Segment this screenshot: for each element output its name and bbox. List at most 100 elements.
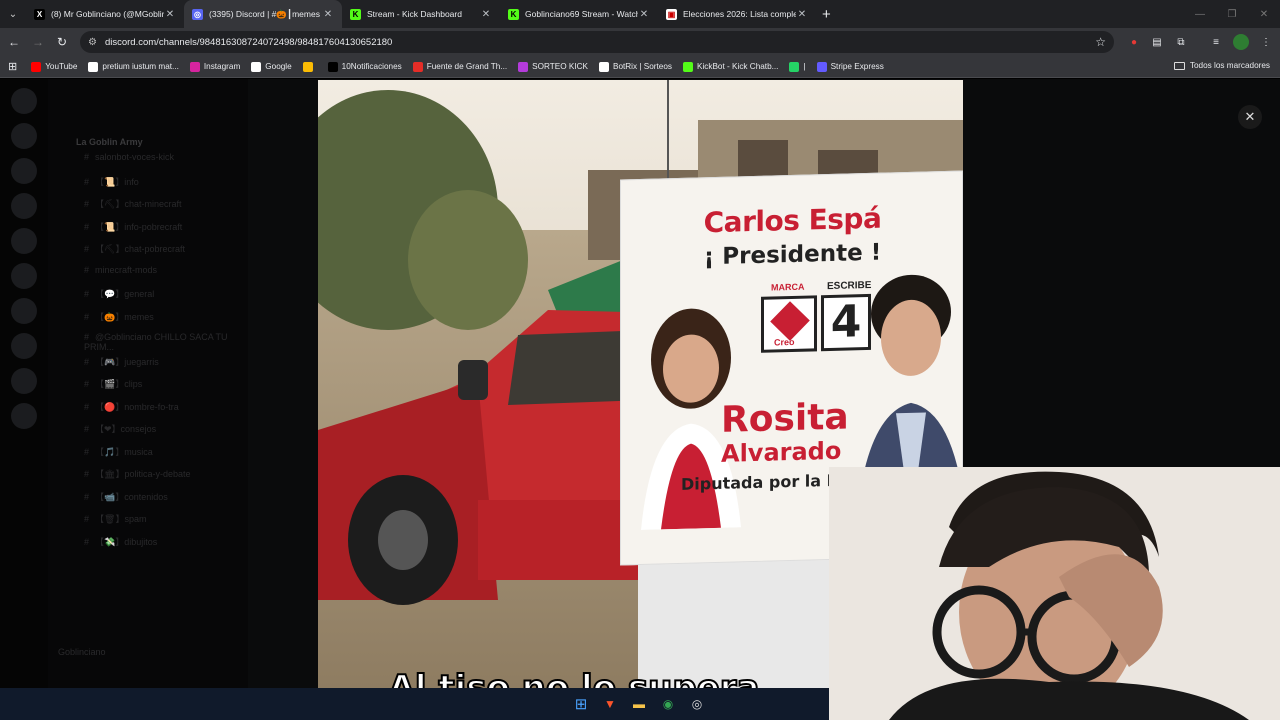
- channel-name: 【🗑】spam: [95, 514, 147, 524]
- back-icon[interactable]: ←: [2, 35, 26, 49]
- channel-item[interactable]: # 【🔴】nombre-fo-tra: [48, 395, 248, 418]
- channel-item[interactable]: # 【🗑】spam: [48, 507, 248, 530]
- channel-item[interactable]: # 【⛏】chat-minecraft: [48, 192, 248, 215]
- channel-item[interactable]: # 【📜】info-pobrecraft: [48, 215, 248, 238]
- apps-grid-icon[interactable]: ⊞: [8, 60, 17, 73]
- file-explorer-icon[interactable]: ▬: [628, 694, 650, 714]
- tab-close-icon[interactable]: ✕: [322, 9, 334, 20]
- bookmark-item[interactable]: Stripe Express: [816, 61, 884, 72]
- close-viewer-button[interactable]: ✕: [1238, 105, 1262, 129]
- browser-tab[interactable]: X (8) Mr Goblinciano (@MGoblinc ✕: [26, 0, 184, 28]
- media-controls-icon[interactable]: ≡: [1208, 34, 1224, 50]
- profile-avatar[interactable]: [1233, 34, 1249, 50]
- channel-item[interactable]: # 【🎃】memes: [48, 305, 248, 328]
- server-name[interactable]: La Goblin Army: [48, 79, 248, 147]
- hash-icon: #: [84, 446, 90, 457]
- new-tab-button[interactable]: +: [822, 6, 831, 23]
- browser-tab[interactable]: K Stream - Kick Dashboard ✕: [342, 0, 500, 28]
- channel-name: 【📜】info-pobrecraft: [95, 221, 183, 232]
- browser-tab[interactable]: ▣ Elecciones 2026: Lista completa ✕: [658, 0, 816, 28]
- server-icon[interactable]: [11, 333, 37, 359]
- tab-close-icon[interactable]: ✕: [480, 9, 492, 20]
- menu-kebab-icon[interactable]: ⋮: [1258, 34, 1274, 50]
- tab-close-icon[interactable]: ✕: [164, 9, 176, 20]
- minimize-icon[interactable]: —: [1184, 0, 1216, 28]
- all-bookmarks-button[interactable]: Todos los marcadores: [1173, 61, 1270, 70]
- bookmark-item[interactable]: 10Notificaciones: [327, 61, 402, 72]
- channel-item[interactable]: # 【🎵】musica: [48, 440, 248, 463]
- channel-item[interactable]: # 【🏛】politica-y-debate: [48, 462, 248, 485]
- server-icon[interactable]: [11, 158, 37, 184]
- channel-item[interactable]: # 【📜】info: [48, 170, 248, 193]
- extensions-puzzle-icon[interactable]: ⧉: [1173, 34, 1189, 50]
- tab-strip: ⌄ X (8) Mr Goblinciano (@MGoblinc ✕ ◎ (3395)…: [0, 0, 1280, 28]
- chrome-icon[interactable]: ◉: [657, 694, 679, 714]
- extension-red-icon[interactable]: ●: [1126, 34, 1142, 50]
- channel-item[interactable]: # 【📹】contenidos: [48, 485, 248, 508]
- channel-item[interactable]: # @Goblinciano CHILLO SACA TU PRIM...: [48, 327, 248, 352]
- extension-card-icon[interactable]: ▤: [1149, 34, 1165, 50]
- server-icon[interactable]: [11, 263, 37, 289]
- bookmarks-bar: ⊞ YouTube pretium iustum mat... Instagram G…: [0, 56, 1280, 78]
- server-icon[interactable]: [11, 228, 37, 254]
- kick-icon: K: [350, 8, 361, 20]
- obs-icon[interactable]: ◎: [686, 694, 708, 714]
- hash-icon: #: [84, 176, 90, 187]
- brave-browser-icon[interactable]: ▼: [599, 694, 621, 714]
- server-icon[interactable]: [11, 193, 37, 219]
- channel-name: 【📹】contenidos: [95, 491, 168, 502]
- bookmark-item[interactable]: KickBot - Kick Chatb...: [683, 61, 778, 72]
- browser-tab[interactable]: ◎ (3395) Discord | #🎃┃memes ✕: [184, 0, 342, 28]
- server-icon[interactable]: [11, 403, 37, 429]
- close-window-icon[interactable]: ✕: [1248, 0, 1280, 28]
- channel-name: 【💬】general: [95, 289, 155, 299]
- tab-search-icon[interactable]: ⌄: [0, 0, 26, 28]
- tab-close-icon[interactable]: ✕: [796, 9, 808, 20]
- forward-icon[interactable]: →: [26, 35, 50, 49]
- channel-item[interactable]: # 【💬】general: [48, 282, 248, 305]
- google-icon: [251, 61, 262, 72]
- bookmark-item[interactable]: [302, 61, 317, 72]
- browser-tab[interactable]: K Goblinciano69 Stream - Watch ✕: [500, 0, 658, 28]
- channel-item[interactable]: # 【🎮】juegarris: [48, 350, 248, 373]
- party-name: Creo: [774, 336, 795, 348]
- kick-icon: [683, 61, 693, 72]
- bookmark-star-icon[interactable]: ☆: [1095, 35, 1106, 49]
- bookmark-item[interactable]: SORTEO KICK: [518, 61, 588, 72]
- bookmark-item[interactable]: pretium iustum mat...: [88, 61, 179, 72]
- reload-icon[interactable]: ↻: [50, 35, 74, 49]
- tab-title: Goblinciano69 Stream - Watch: [525, 9, 638, 19]
- hash-icon: #: [84, 264, 90, 275]
- site-info-icon[interactable]: ⚙: [88, 37, 97, 48]
- windows-start-icon[interactable]: ⊞: [570, 694, 592, 714]
- stripe-icon: [816, 61, 827, 72]
- bookmark-item[interactable]: Google: [251, 61, 292, 72]
- channel-item[interactable]: # minecraft-mods: [48, 260, 248, 283]
- server-icon[interactable]: [11, 88, 37, 114]
- google-icon: [88, 61, 99, 72]
- maximize-icon[interactable]: ❐: [1216, 0, 1248, 28]
- channel-name: 【📜】info: [95, 176, 139, 187]
- channel-item[interactable]: # salonbot-voces-kick: [48, 147, 248, 170]
- bookmark-item[interactable]: Instagram: [189, 61, 240, 72]
- channel-item[interactable]: # 【🎬】clips: [48, 372, 248, 395]
- discord-icon: ◎: [192, 8, 203, 20]
- server-icon[interactable]: [11, 123, 37, 149]
- bookmark-label: Stripe Express: [830, 62, 884, 71]
- bookmark-item[interactable]: Fuente de Grand Th...: [412, 61, 508, 72]
- server-icon[interactable]: [11, 298, 37, 324]
- bookmark-label: Fuente de Grand Th...: [426, 62, 508, 71]
- tab-close-icon[interactable]: ✕: [638, 9, 650, 20]
- poster-marca-label: MARCA: [771, 281, 805, 293]
- address-bar[interactable]: ⚙ discord.com/channels/98481630872407249…: [80, 31, 1114, 53]
- party-logo-box: Creo: [761, 295, 817, 353]
- bookmark-item[interactable]: YouTube: [31, 61, 77, 72]
- bookmark-item[interactable]: |: [789, 61, 806, 72]
- channel-item[interactable]: # 【💸】dibujitos: [48, 530, 248, 553]
- poster-role: Diputada por la Lib: [681, 470, 854, 494]
- channel-item[interactable]: # 【⛏】chat-pobrecraft: [48, 237, 248, 260]
- font-icon: [412, 61, 423, 72]
- channel-item[interactable]: # 【❤】consejos: [48, 417, 248, 440]
- bookmark-item[interactable]: BotRix | Sorteos: [598, 61, 672, 72]
- server-icon[interactable]: [11, 368, 37, 394]
